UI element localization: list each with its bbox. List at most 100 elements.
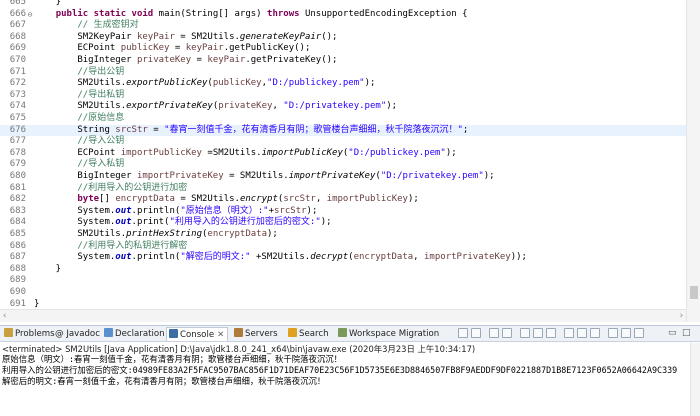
code-line[interactable]: 673 //导出私钥 [0,90,686,102]
code-token: } [34,0,62,7]
code-line[interactable]: 668 SM2KeyPair keyPair = SM2Utils.genera… [0,32,686,44]
code-line[interactable]: 682 byte[] encryptData = SM2Utils.encryp… [0,194,686,206]
tab-label: Console [180,330,215,340]
tab-workspace-migration[interactable]: Workspace Migration [336,327,439,341]
code-token: ); [364,78,376,89]
code-line[interactable]: 674 SM2Utils.exportPrivateKey(privateKey… [0,101,686,113]
code-line[interactable]: 680 BigInteger importPrivateKey = SM2Uti… [0,171,686,183]
remove-all-terminated-icon[interactable] [489,328,499,338]
tab-servers[interactable]: Servers [232,327,278,341]
close-icon[interactable]: ✕ [217,330,224,340]
code-token: publicKey [212,78,262,89]
tab-javadoc[interactable]: @ Javadoc [55,327,100,341]
tab-console[interactable]: Console ✕ [166,327,229,341]
code-token: "D:/publickey.pem" [267,78,365,89]
code-token: )); [510,252,527,263]
code-line[interactable]: 685 SM2Utils.printHexString(encryptData)… [0,229,686,241]
scroll-lock-icon[interactable] [520,328,530,338]
console-menu-icon[interactable] [634,328,644,338]
code-line[interactable]: 676 String srcStr = "春宵一刻值千金，花有清香月有阴；歌管楼… [0,124,686,137]
code-token: out [115,205,132,216]
word-wrap-icon[interactable] [533,328,543,338]
code-token: ); [445,147,457,158]
code-line[interactable]: 665 } [0,0,686,9]
code-token: ECPoint [34,43,121,54]
code-token: = [191,55,208,65]
code-text: byte[] encryptData = SM2Utils.encrypt(sr… [34,194,418,206]
tab-declaration[interactable]: Declaration [102,327,165,341]
code-token: .println( [131,252,181,263]
code-line[interactable]: 686 //利用导入的私钥进行解密 [0,241,686,253]
scroll-right-icon[interactable]: › [679,310,684,322]
code-token: System. [34,217,116,228]
open-console-icon[interactable] [590,328,600,338]
code-editor[interactable]: 665 } 666 ⊖ public static void main(String… [0,0,700,322]
scroll-left-icon[interactable]: ‹ [2,310,7,322]
code-line[interactable]: 677 //导入公钥 [0,136,686,148]
code-line[interactable]: 679 //导入私钥 [0,159,686,171]
code-token: [] [99,194,116,205]
code-token: } [34,263,62,274]
console-dropdown-icon[interactable] [621,328,631,338]
console-vertical-scrollbar[interactable] [690,343,700,416]
code-line[interactable]: 666 ⊖ public static void main(String[] ar… [0,9,686,21]
code-line[interactable]: 671 //导出公钥 [0,67,686,79]
code-line[interactable]: 678 ECPoint importPublicKey =SM2Utils.im… [0,148,686,160]
tab-label: Problems [15,329,55,339]
clear-console-icon[interactable] [502,328,512,338]
code-token: =SM2Utils. [201,147,262,158]
editor-vertical-scrollbar[interactable] [686,0,700,322]
line-number: 665 [9,0,26,7]
tab-problems[interactable]: Problems [2,327,55,341]
code-line[interactable]: 684 System.out.print("利用导入的公钥进行加密后的密文:")… [0,217,686,229]
display-selected-console-icon[interactable] [577,328,587,338]
line-number: 685 [9,229,26,239]
code-line[interactable]: 690 [0,287,686,299]
minimize-icon[interactable]: ▭ [668,328,677,338]
code-text: BigInteger importPrivateKey = SM2Utils.i… [34,171,494,183]
code-token: srcStr [283,194,316,205]
code-token: keyPair [136,31,175,42]
maximize-icon[interactable]: □ [682,328,691,338]
code-token: ; [462,124,469,135]
code-text: } [34,264,61,276]
code-line[interactable]: 670 BigInteger privateKey = keyPair.getP… [0,55,686,67]
code-line[interactable]: 681 //利用导入的公钥进行加密 [0,183,686,195]
code-token: , [315,194,327,205]
editor-scroll-thumb[interactable] [690,286,698,299]
code-token: printHexString [126,229,202,239]
editor-horizontal-scrollbar[interactable]: ‹ › [0,309,686,322]
code-token: String [34,124,116,135]
code-line[interactable]: 683 System.out.println("原始信息（明文）:"+srcSt… [0,206,686,218]
remove-launch-icon[interactable] [458,328,468,338]
code-text: } [34,0,61,9]
code-token: encryptData [115,194,175,205]
code-token: //导出公钥 [77,66,125,77]
code-line[interactable]: 688 } [0,264,686,276]
line-number: 677 [9,136,26,147]
fold-collapse-icon[interactable]: ⊖ [26,9,34,21]
line-number: 681 [9,182,26,193]
code-token: = SM2Utils. [174,31,240,42]
show-on-output-icon[interactable] [546,328,556,338]
code-token: UnsupportedEncodingException { [299,8,468,19]
terminate-icon[interactable] [471,328,481,338]
code-line[interactable]: 675 //原始信息 [0,113,686,125]
code-line[interactable]: 667 // 生成密钥对 [0,20,686,32]
code-token: BigInteger [34,55,137,65]
code-token: "利用导入的公钥进行加密后的密文:" [169,217,321,228]
pin-console-icon[interactable] [564,328,574,338]
line-number: 674 [9,101,26,112]
code-line[interactable]: 672 SM2Utils.exportPublicKey(publicKey,"… [0,78,686,90]
new-console-icon[interactable] [608,328,618,338]
tab-search[interactable]: Search [286,327,329,341]
code-text: SM2KeyPair keyPair = SM2Utils.generateKe… [34,32,337,44]
code-line[interactable]: 689 [0,275,686,287]
code-line[interactable]: 687 System.out.println("解密后的明文:" +SM2Uti… [0,252,686,264]
code-token: "原始信息（明文）:" [180,205,269,216]
code-line[interactable]: 669 ECPoint publicKey = keyPair.getPubli… [0,43,686,55]
code-token: = SM2Utils. [174,194,240,205]
